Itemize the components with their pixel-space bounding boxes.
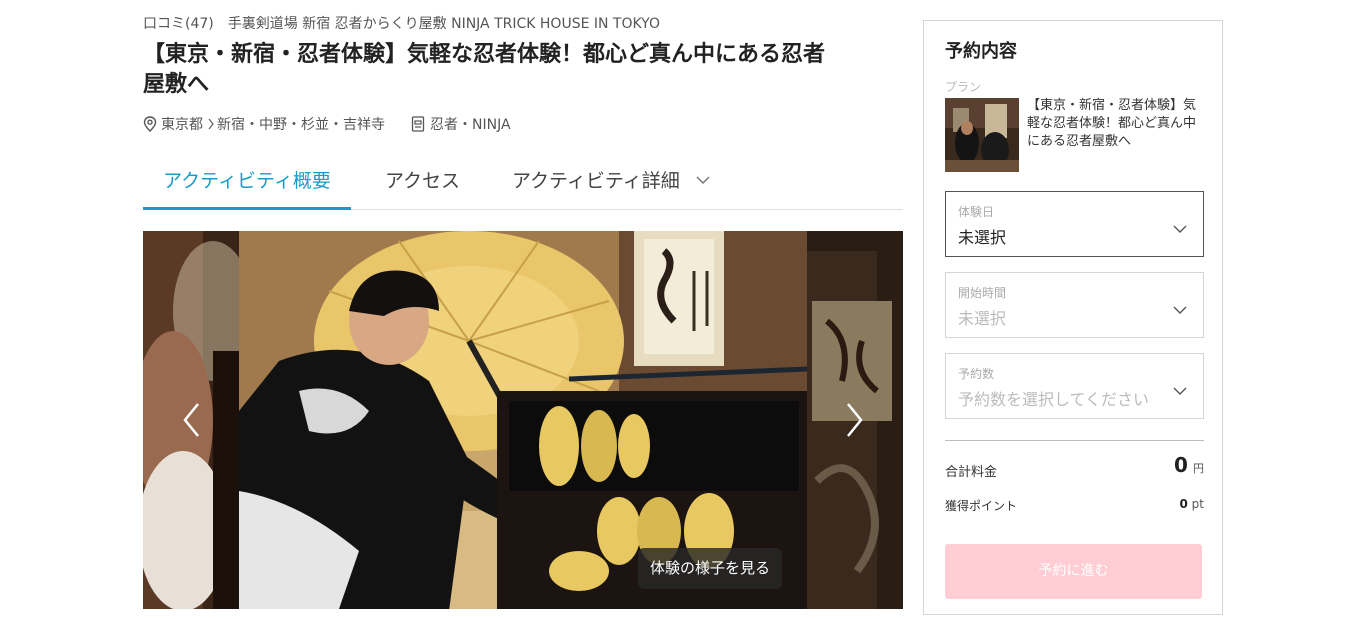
booking-panel: 予約内容 プラン 【東京・新宿・忍者体験】気軽な忍者体験！都心ど真ん中にある忍者… [923, 20, 1223, 615]
plan-thumbnail [945, 98, 1019, 172]
booking-divider [945, 440, 1204, 441]
activity-tabs: アクティビティ概要 アクセス アクティビティ詳細 [143, 164, 903, 210]
total-price-unit: 円 [1193, 462, 1204, 475]
tab-access[interactable]: アクセス [385, 164, 460, 209]
start-time-value: 未選択 [958, 309, 1007, 328]
tab-label: アクセス [385, 170, 461, 192]
gallery-next-button[interactable] [835, 396, 875, 444]
location-area-link[interactable]: 新宿・中野・杉並・吉祥寺 [217, 114, 385, 134]
chevron-left-icon [171, 403, 211, 448]
chevron-down-icon [1173, 219, 1187, 238]
title-line-1: 【東京・新宿・忍者体験】気軽な忍者体験！都心ど真ん中にある忍者 [143, 42, 826, 67]
points-label: 獲得ポイント [945, 499, 1018, 513]
start-time-select[interactable]: 開始時間 未選択 [945, 272, 1204, 338]
map-pin-icon [143, 116, 157, 132]
review-count-link[interactable]: 口コミ(47) [143, 16, 214, 32]
total-price-value: 0 [1173, 453, 1188, 477]
chevron-down-icon [1173, 381, 1187, 400]
points-row: 獲得ポイント 0 pt [945, 495, 1204, 515]
category-link[interactable]: 忍者・NINJA [430, 114, 511, 134]
points-unit: pt [1191, 497, 1204, 511]
total-price-label: 合計料金 [945, 465, 998, 480]
participant-count-placeholder: 予約数を選択してください [958, 390, 1150, 409]
tab-label: アクティビティ詳細 [512, 170, 680, 192]
chevron-right-icon [835, 403, 875, 448]
booking-heading: 予約内容 [945, 41, 1017, 62]
page-title: 【東京・新宿・忍者体験】気軽な忍者体験！都心ど真ん中にある忍者 屋敷へ [143, 40, 903, 100]
chevron-right-icon [207, 118, 215, 130]
total-price-row: 合計料金 0 円 [945, 453, 1204, 483]
points-value: 0 [1179, 497, 1188, 511]
activity-meta: 口コミ(47) 手裏剣道場 新宿 忍者からくり屋敷 NINJA TRICK HOU… [143, 13, 660, 33]
tab-details[interactable]: アクティビティ詳細 [512, 164, 710, 209]
date-select-value: 未選択 [958, 228, 1007, 247]
total-price: 0 円 [1174, 453, 1204, 477]
points: 0 pt [1179, 497, 1204, 511]
venue-name[interactable]: 手裏剣道場 新宿 忍者からくり屋敷 NINJA TRICK HOUSE IN T… [228, 16, 660, 32]
view-experience-button[interactable]: 体験の様子を見る [638, 548, 783, 589]
proceed-to-booking-button[interactable]: 予約に進む [945, 544, 1202, 599]
participant-count-label: 予約数 [958, 367, 995, 381]
plan-name[interactable]: 【東京・新宿・忍者体験】気軽な忍者体験！都心ど真ん中にある忍者屋敷へ [1027, 97, 1207, 151]
chevron-down-icon [1173, 300, 1187, 319]
participant-count-select[interactable]: 予約数 予約数を選択してください [945, 353, 1204, 419]
chevron-down-icon [696, 162, 710, 196]
title-line-2: 屋敷へ [143, 72, 210, 97]
photo-gallery: 体験の様子を見る [143, 231, 903, 609]
tab-overview[interactable]: アクティビティ概要 [143, 164, 351, 210]
start-time-label: 開始時間 [958, 286, 1007, 300]
ninja-badge-icon [411, 116, 425, 132]
date-select-label: 体験日 [958, 205, 995, 219]
plan-label: プラン [945, 80, 982, 94]
location-row: 東京都 新宿・中野・杉並・吉祥寺 忍者・NINJA [143, 114, 511, 134]
date-select[interactable]: 体験日 未選択 [945, 191, 1204, 257]
tab-label: アクティビティ概要 [163, 170, 331, 192]
location-prefecture-link[interactable]: 東京都 [161, 114, 203, 134]
gallery-prev-button[interactable] [171, 396, 211, 444]
